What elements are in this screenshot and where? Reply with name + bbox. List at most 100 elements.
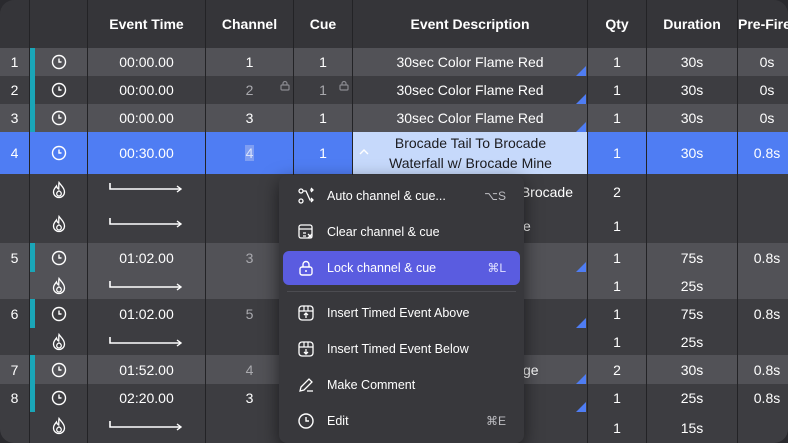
event-time[interactable]: 02:20.00: [88, 384, 205, 412]
pre-fire[interactable]: 0.8s: [738, 132, 788, 174]
qty[interactable]: 1: [588, 299, 646, 328]
menu-item-insert-above[interactable]: Insert Timed Event Above: [283, 296, 520, 330]
event-time[interactable]: 00:30.00: [88, 132, 205, 174]
sub-event-arrow-icon: [109, 281, 183, 291]
qty[interactable]: 1: [588, 132, 646, 174]
description-corner-marker: [576, 94, 586, 104]
auto-route-icon: [296, 186, 316, 206]
pre-fire[interactable]: 0s: [738, 104, 788, 132]
event-time[interactable]: 01:02.00: [88, 299, 205, 328]
lock-icon: [280, 80, 290, 91]
cue[interactable]: 1: [294, 104, 352, 132]
menu-item-edit[interactable]: Edit ⌘E: [283, 404, 520, 438]
duration[interactable]: 30s: [647, 355, 737, 384]
menu-item-lock-channel-cue[interactable]: Lock channel & cue ⌘L: [283, 251, 520, 285]
description-corner-marker: [576, 66, 586, 76]
menu-item-insert-below[interactable]: Insert Timed Event Below: [283, 332, 520, 366]
pre-fire[interactable]: 0s: [738, 48, 788, 76]
event-description[interactable]: 30sec Color Flame Red: [353, 104, 587, 132]
row-number: 4: [10, 145, 19, 161]
clock-icon: [51, 110, 67, 126]
col-qty[interactable]: Qty: [588, 0, 646, 48]
qty[interactable]: 1: [588, 243, 646, 272]
row-marker: [30, 384, 35, 412]
flame-icon: [52, 181, 66, 199]
col-event-description[interactable]: Event Description: [353, 0, 587, 48]
desc-line-1: Brocade Tail To Brocade: [394, 135, 547, 151]
menu-item-clear-channel-cue[interactable]: Clear channel & cue: [283, 215, 520, 249]
cue[interactable]: 1: [294, 48, 352, 76]
qty[interactable]: 2: [588, 355, 646, 384]
pre-fire[interactable]: 0.8s: [738, 299, 788, 328]
col-duration[interactable]: Duration: [647, 0, 737, 48]
insert-above-icon: [296, 303, 316, 323]
qty[interactable]: 1: [588, 384, 646, 412]
clock-icon: [51, 145, 67, 161]
col-event-time[interactable]: Event Time: [88, 0, 205, 48]
event-time[interactable]: 00:00.00: [88, 76, 205, 104]
qty[interactable]: 1: [588, 412, 646, 443]
menu-item-make-comment[interactable]: Make Comment: [283, 368, 520, 402]
duration[interactable]: 15s: [647, 412, 737, 443]
table-header: Event Time Channel Cue Event Description…: [0, 0, 788, 48]
duration[interactable]: 75s: [647, 243, 737, 272]
clock-icon: [296, 411, 316, 431]
flame-icon: [52, 333, 66, 351]
menu-item-label: Clear channel & cue: [327, 225, 440, 239]
flame-icon: [52, 277, 66, 295]
pre-fire[interactable]: 0.8s: [738, 384, 788, 412]
event-time[interactable]: 00:00.00: [88, 48, 205, 76]
row-number: 6: [10, 305, 19, 322]
event-time[interactable]: 00:00.00: [88, 104, 205, 132]
qty[interactable]: 1: [588, 272, 646, 299]
sub-event-arrow-icon: [109, 183, 183, 193]
description-corner-marker: [576, 122, 586, 132]
duration[interactable]: 25s: [647, 384, 737, 412]
chevron-up-icon[interactable]: [358, 148, 370, 156]
qty[interactable]: 1: [588, 76, 646, 104]
pre-fire[interactable]: 0.8s: [738, 355, 788, 384]
qty[interactable]: 1: [588, 328, 646, 355]
menu-item-label: Insert Timed Event Below: [327, 342, 469, 356]
col-pre-fire[interactable]: Pre-Fire: [738, 0, 788, 48]
channel[interactable]: 3: [206, 104, 293, 132]
qty[interactable]: 2: [588, 174, 646, 209]
lock-icon: [339, 80, 349, 91]
shortcut: ⌘E: [485, 414, 506, 428]
menu-item-label: Auto channel & cue...: [327, 189, 446, 203]
event-time[interactable]: 01:52.00: [88, 355, 205, 384]
channel[interactable]: 1: [206, 48, 293, 76]
pre-fire[interactable]: 0s: [738, 76, 788, 104]
menu-divider: [287, 291, 516, 292]
duration[interactable]: 25s: [647, 328, 737, 355]
duration[interactable]: 30s: [647, 104, 737, 132]
channel-value: 4: [244, 145, 255, 161]
col-channel[interactable]: Channel: [206, 0, 293, 48]
event-time[interactable]: 01:02.00: [88, 243, 205, 272]
cue[interactable]: 1: [294, 132, 352, 174]
event-description-selected[interactable]: Brocade Tail To Brocade Waterfall w/ Bro…: [353, 132, 588, 174]
row-marker: [30, 243, 35, 272]
duration[interactable]: 30s: [647, 132, 737, 174]
menu-item-label: Edit: [327, 414, 349, 428]
duration[interactable]: 75s: [647, 299, 737, 328]
sub-event-arrow-icon: [109, 421, 183, 431]
duration[interactable]: 30s: [647, 76, 737, 104]
duration[interactable]: 30s: [647, 48, 737, 76]
flame-icon: [52, 417, 66, 435]
menu-item-label: Insert Timed Event Above: [327, 306, 470, 320]
menu-item-auto-channel-cue[interactable]: Auto channel & cue... ⌥S: [283, 179, 520, 213]
qty[interactable]: 1: [588, 209, 646, 243]
qty[interactable]: 1: [588, 104, 646, 132]
sub-event-arrow-icon: [109, 218, 183, 228]
clock-icon: [51, 306, 67, 322]
menu-item-label: Lock channel & cue: [327, 261, 437, 275]
qty[interactable]: 1: [588, 48, 646, 76]
row-marker: [30, 355, 35, 384]
col-cue[interactable]: Cue: [294, 0, 352, 48]
pre-fire[interactable]: 0.8s: [738, 243, 788, 272]
channel[interactable]: 4: [206, 132, 293, 174]
event-description[interactable]: 30sec Color Flame Red: [353, 76, 587, 104]
duration[interactable]: 25s: [647, 272, 737, 299]
event-description[interactable]: 30sec Color Flame Red: [353, 48, 587, 76]
